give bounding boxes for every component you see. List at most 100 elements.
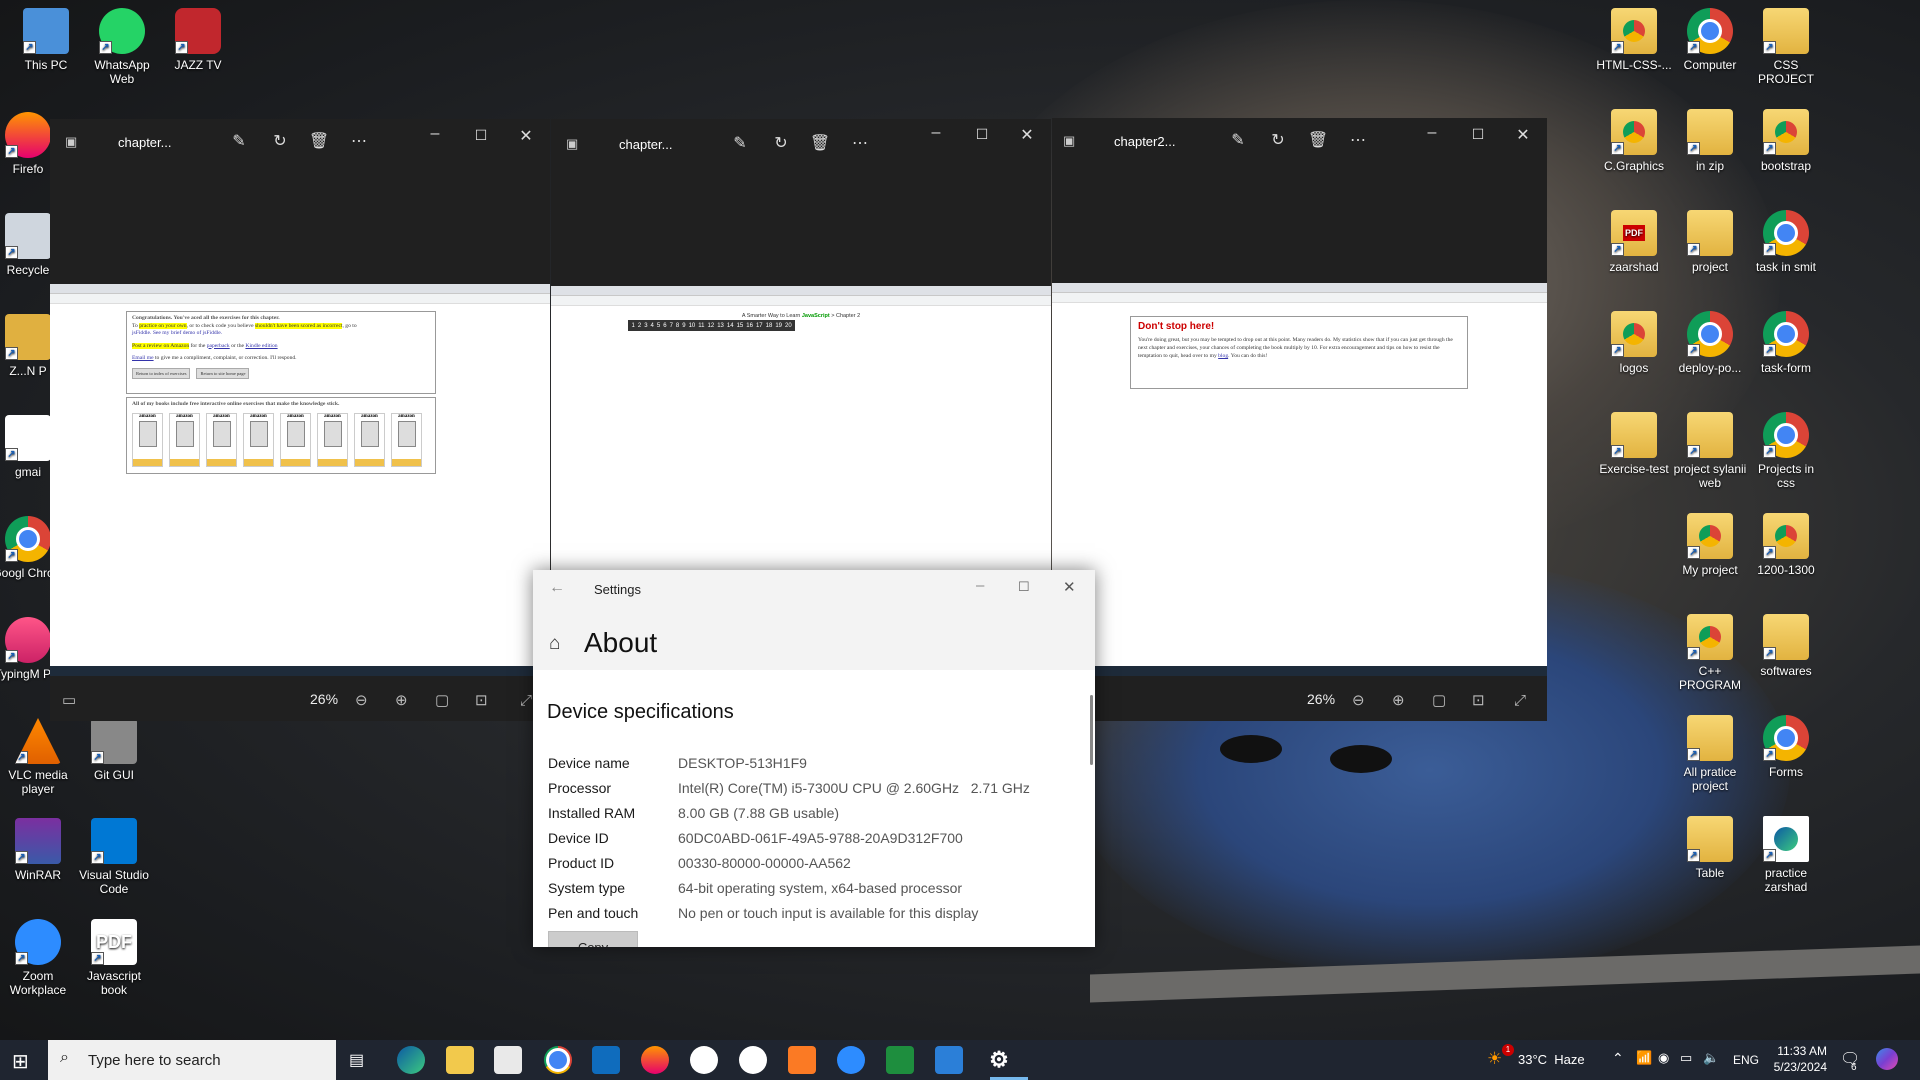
rotate-icon[interactable]: ↻ <box>1267 130 1289 150</box>
desktop-icon[interactable]: ↗ C++ PROGRAM <box>1672 614 1748 692</box>
desktop-icon[interactable]: ↗ All pratice project <box>1672 715 1748 793</box>
copilot-icon[interactable] <box>1876 1048 1898 1070</box>
more-icon[interactable]: ⋯ <box>348 131 370 151</box>
copy-button[interactable]: Copy <box>548 931 638 947</box>
desktop-icon[interactable]: ↗ Table <box>1672 816 1748 880</box>
photos-window-3[interactable]: ▣ chapter2... ✎ ↻ 🗑 ⋯ – ☐ ✕ Don't stop h… <box>1052 118 1547 721</box>
github-icon[interactable] <box>739 1046 767 1074</box>
file-explorer-icon[interactable] <box>446 1046 474 1074</box>
desktop-icon[interactable]: PDF ↗ zaarshad <box>1596 210 1672 274</box>
desktop-icon[interactable]: ↗ WinRAR <box>0 818 76 882</box>
task-view-icon[interactable]: ▤ <box>349 1050 364 1070</box>
desktop-icon[interactable]: ↗ Exercise-test <box>1596 412 1672 476</box>
desktop-icon[interactable]: ↗ Forms <box>1748 715 1824 779</box>
firefox-icon[interactable] <box>641 1046 669 1074</box>
desktop-icon[interactable]: ↗ My project <box>1672 513 1748 577</box>
minimize-icon[interactable]: – <box>1421 124 1443 142</box>
more-icon[interactable]: ⋯ <box>1347 130 1369 150</box>
scrollbar[interactable] <box>1090 695 1093 765</box>
actual-size-icon[interactable]: ⊡ <box>475 691 488 709</box>
photos-icon[interactable] <box>935 1046 963 1074</box>
desktop-icon[interactable]: ↗ logos <box>1596 311 1672 375</box>
maximize-icon[interactable]: ☐ <box>971 126 993 143</box>
desktop-icon[interactable]: ↗ task-form <box>1748 311 1824 375</box>
desktop-icon[interactable]: ↗ Visual Studio Code <box>76 818 152 896</box>
fit-icon[interactable]: ▢ <box>1432 691 1446 709</box>
clock[interactable]: 11:33 AM 5/23/2024 <box>1767 1043 1827 1075</box>
fullscreen-icon[interactable]: ⤢ <box>520 692 532 709</box>
desktop-icon[interactable]: ↗ HTML-CSS-... <box>1596 8 1672 72</box>
desktop-icon[interactable]: ↗ task in smit <box>1748 210 1824 274</box>
desktop-icon[interactable]: ↗ project sylanii web <box>1672 412 1748 490</box>
search-box[interactable]: ⌕ Type here to search <box>48 1040 336 1080</box>
rotate-icon[interactable]: ↻ <box>770 133 792 153</box>
more-icon[interactable]: ⋯ <box>849 133 871 153</box>
desktop-icon[interactable]: ↗ C.Graphics <box>1596 109 1672 173</box>
desktop-icon[interactable]: ↗ JAZZ TV <box>160 8 236 72</box>
windows-start-icon[interactable]: ⊞ <box>12 1049 29 1074</box>
delete-icon[interactable]: 🗑 <box>809 133 831 153</box>
edit-icon[interactable]: ✎ <box>228 131 250 151</box>
desktop-icon[interactable]: ↗ This PC <box>8 8 84 72</box>
close-icon[interactable]: ✕ <box>515 126 537 146</box>
zoom-out-icon[interactable]: ⊖ <box>1352 691 1365 709</box>
desktop-icon[interactable]: ↗ bootstrap <box>1748 109 1824 173</box>
chevron-up-icon[interactable]: ⌃ <box>1612 1050 1624 1067</box>
language-indicator[interactable]: ENG <box>1733 1053 1759 1067</box>
desktop-icon[interactable]: ↗ WhatsApp Web <box>84 8 160 86</box>
fit-icon[interactable]: ▢ <box>435 691 449 709</box>
desktop-icon[interactable]: ↗ softwares <box>1748 614 1824 678</box>
weather-text[interactable]: 33°C Haze <box>1518 1052 1585 1067</box>
battery-icon[interactable]: ▭ <box>1680 1050 1692 1066</box>
close-icon[interactable]: ✕ <box>1016 125 1038 145</box>
desktop-icon[interactable]: PDF ↗ Javascript book <box>76 919 152 997</box>
rotate-icon[interactable]: ↻ <box>269 131 291 151</box>
zoom-in-icon[interactable]: ⊕ <box>395 691 408 709</box>
settings-window[interactable]: ← Settings – ☐ ✕ ⌂ About Device specific… <box>533 570 1095 947</box>
minimize-icon[interactable]: – <box>976 577 984 594</box>
network-icon[interactable]: 📶 <box>1636 1050 1652 1066</box>
maximize-icon[interactable]: ☐ <box>1018 579 1030 595</box>
desktop-icon[interactable]: ↗ deploy-po... <box>1672 311 1748 375</box>
volume-icon[interactable]: 🔈 <box>1703 1050 1719 1066</box>
edge-icon[interactable] <box>397 1046 425 1074</box>
meet-icon[interactable]: ◉ <box>1658 1050 1669 1066</box>
minimize-icon[interactable]: – <box>925 124 947 142</box>
maximize-icon[interactable]: ☐ <box>470 127 492 144</box>
classroom-icon[interactable] <box>886 1046 914 1074</box>
desktop-icon[interactable]: ↗ Zoom Workplace <box>0 919 76 997</box>
desktop-icon[interactable]: ↗ CSS PROJECT <box>1748 8 1824 86</box>
settings-icon[interactable]: ⚙ <box>985 1046 1013 1074</box>
whatsapp-icon[interactable] <box>690 1046 718 1074</box>
edit-icon[interactable]: ✎ <box>729 133 751 153</box>
zoom-icon[interactable] <box>837 1046 865 1074</box>
close-icon[interactable]: ✕ <box>1063 578 1076 596</box>
xampp-icon[interactable] <box>788 1046 816 1074</box>
photos-window-1[interactable]: ▣ chapter... ✎ ↻ 🗑 ⋯ – ☐ ✕ Congratulatio… <box>50 119 550 721</box>
back-icon[interactable]: ← <box>549 579 565 597</box>
fullscreen-icon[interactable]: ⤢ <box>1514 692 1526 709</box>
minimize-icon[interactable]: – <box>424 125 446 143</box>
delete-icon[interactable]: 🗑 <box>308 131 330 151</box>
filmstrip-icon[interactable]: ▭ <box>62 691 76 709</box>
store-icon[interactable] <box>494 1046 522 1074</box>
desktop-icon[interactable]: ↗ project <box>1672 210 1748 274</box>
maximize-icon[interactable]: ☐ <box>1467 126 1489 143</box>
desktop-icon[interactable]: ↗ Projects in css <box>1748 412 1824 490</box>
weather-icon[interactable]: ☀ <box>1487 1049 1502 1069</box>
desktop-icon[interactable]: ↗ Git GUI <box>76 718 152 782</box>
desktop-icon[interactable]: ↗ 1200-1300 <box>1748 513 1824 577</box>
desktop-icon[interactable]: ↗ in zip <box>1672 109 1748 173</box>
close-icon[interactable]: ✕ <box>1512 125 1534 145</box>
actual-size-icon[interactable]: ⊡ <box>1472 691 1485 709</box>
book-brand: amazon <box>176 414 193 419</box>
desktop-icon[interactable]: ↗ Computer <box>1672 8 1748 72</box>
desktop-icon[interactable]: ↗ VLC media player <box>0 718 76 796</box>
zoom-out-icon[interactable]: ⊖ <box>355 691 368 709</box>
mail-icon[interactable] <box>592 1046 620 1074</box>
edit-icon[interactable]: ✎ <box>1227 130 1249 150</box>
zoom-in-icon[interactable]: ⊕ <box>1392 691 1405 709</box>
delete-icon[interactable]: 🗑 <box>1307 130 1329 150</box>
desktop-icon[interactable]: ↗ practice zarshad <box>1748 816 1824 894</box>
chrome-icon[interactable] <box>544 1046 572 1074</box>
